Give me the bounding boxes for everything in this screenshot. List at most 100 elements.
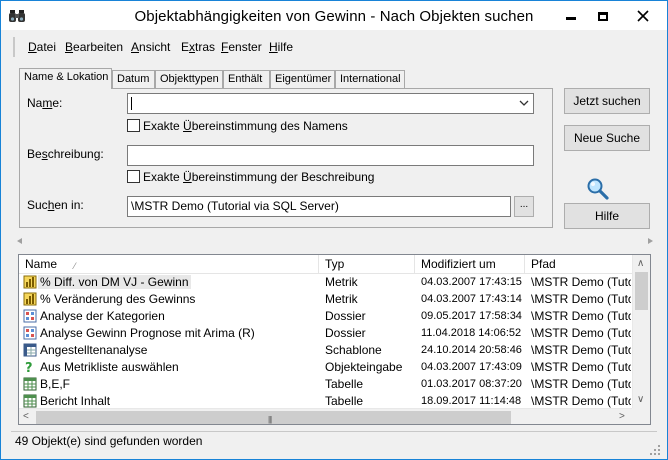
dossier-icon xyxy=(23,326,37,340)
tab-object-types[interactable]: Objekttypen xyxy=(155,70,223,88)
exact-name-label[interactable]: Exakte Übereinstimmung des Namens xyxy=(143,119,348,133)
cell-path: \MSTR Demo (Tuto xyxy=(531,326,631,340)
tab-date[interactable]: Datum xyxy=(112,70,155,88)
name-combobox[interactable] xyxy=(127,93,534,114)
cell-name: B,E,F xyxy=(40,377,71,391)
cell-modified: 04.03.2007 17:43:15 xyxy=(421,276,522,288)
menu-bearbeiten[interactable]: Bearbeiten xyxy=(65,40,123,54)
tab-name-location[interactable]: Name & Lokation xyxy=(19,68,112,89)
column-header-path[interactable]: Pfad xyxy=(525,255,632,274)
column-header-modified[interactable]: Modifiziert um xyxy=(415,255,525,274)
table-row[interactable]: B,E,F Tabelle 01.03.2017 08:37:20 \MSTR … xyxy=(19,376,632,393)
cell-name: Angestelltenanalyse xyxy=(40,343,148,357)
cell-name: % Veränderung des Gewinns xyxy=(40,292,196,306)
menu-bar: Datei Bearbeiten Ansicht Extras Fenster … xyxy=(13,37,653,57)
table-row[interactable]: % Diff. von DM VJ - Gewinn Metrik 04.03.… xyxy=(19,274,632,291)
status-text: 49 Objekt(e) sind gefunden worden xyxy=(15,434,203,448)
sort-indicator-icon: ⁄ xyxy=(74,261,76,271)
scroll-down-icon[interactable]: ∨ xyxy=(637,394,644,405)
tab-contains[interactable]: Enthält xyxy=(223,70,270,88)
menu-datei[interactable]: Datei xyxy=(28,40,56,54)
menu-label-accel: A xyxy=(131,40,140,54)
cell-type: Metrik xyxy=(325,275,358,289)
menu-label-accel: B xyxy=(65,40,74,54)
label-pre: Exakte xyxy=(143,119,184,133)
minimize-icon xyxy=(566,16,576,20)
exact-description-checkbox[interactable] xyxy=(127,170,140,183)
vertical-scrollbar[interactable]: ∧ ∨ xyxy=(632,255,650,408)
menu-ansicht[interactable]: Ansicht xyxy=(131,40,170,54)
cell-type: Tabelle xyxy=(325,394,364,408)
title-bar[interactable]: Objektabhängigkeiten von Gewinn - Nach O… xyxy=(1,1,667,31)
cell-modified: 24.10.2014 20:58:46 xyxy=(421,344,522,356)
label-pre: Suc xyxy=(27,198,48,212)
prompt-icon: ? xyxy=(25,361,33,374)
menu-extras[interactable]: Extras xyxy=(181,40,215,54)
label-accel: m xyxy=(42,96,53,110)
horizontal-scrollbar[interactable]: < ||| > xyxy=(19,408,632,424)
vertical-scroll-thumb[interactable] xyxy=(635,272,648,310)
cell-type: Metrik xyxy=(325,292,358,306)
table-row[interactable]: Angestelltenanalyse Schablone 24.10.2014… xyxy=(19,342,632,359)
close-icon xyxy=(637,10,649,22)
description-input[interactable] xyxy=(127,145,534,166)
cell-path: \MSTR Demo (Tuto xyxy=(531,292,631,306)
menu-label-post: atei xyxy=(36,40,57,54)
description-label: Beschreibung: xyxy=(27,147,104,161)
tab-international[interactable]: International xyxy=(335,70,405,88)
close-button[interactable] xyxy=(619,1,667,31)
cell-path: \MSTR Demo (Tuto xyxy=(531,394,631,408)
label-pre: Be xyxy=(27,147,42,161)
cell-name: Aus Metrikliste auswählen xyxy=(40,360,179,374)
table-row[interactable]: Analyse Gewinn Prognose mit Arima (R) Do… xyxy=(19,325,632,342)
label-accel: Ü xyxy=(183,170,192,184)
grip-icon: ||| xyxy=(268,415,272,424)
label-post: en in: xyxy=(54,198,84,212)
scroll-right-icon[interactable]: > xyxy=(619,411,625,422)
column-header-type[interactable]: Typ xyxy=(319,255,415,274)
cell-path: \MSTR Demo (Tuto xyxy=(531,377,631,391)
minimize-button[interactable] xyxy=(555,1,587,31)
table-row[interactable]: Analyse der Kategorien Dossier 09.05.201… xyxy=(19,308,632,325)
new-search-button[interactable]: Neue Suche xyxy=(564,125,650,151)
cell-path: \MSTR Demo (Tuto xyxy=(531,360,631,374)
table-row[interactable]: % Veränderung des Gewinns Metrik 04.03.2… xyxy=(19,291,632,308)
cell-name: Analyse der Kategorien xyxy=(40,309,165,323)
menu-label-accel: H xyxy=(269,40,278,54)
metric-icon xyxy=(23,292,37,306)
browse-button[interactable]: ... xyxy=(514,196,534,217)
results-list[interactable]: Name ⁄ Typ Modifiziert um Pfad % Diff. vo… xyxy=(18,254,651,425)
scroll-up-icon[interactable]: ∧ xyxy=(637,258,644,269)
label-pre: Exakte xyxy=(143,170,184,184)
text-caret xyxy=(131,97,132,110)
menu-fenster[interactable]: Fenster xyxy=(221,40,262,54)
table-icon xyxy=(23,394,37,408)
cell-type: Dossier xyxy=(325,309,366,323)
cell-path: \MSTR Demo (Tuto xyxy=(531,275,631,289)
menu-label-post: nsicht xyxy=(139,40,171,54)
cell-path: \MSTR Demo (Tuto xyxy=(531,343,631,357)
label-accel: Ü xyxy=(183,119,192,133)
tab-owner[interactable]: Eigentümer xyxy=(270,70,335,88)
search-in-field[interactable]: \MSTR Demo (Tutorial via SQL Server) xyxy=(127,196,511,217)
label-pre: Na xyxy=(27,96,43,110)
exact-description-label[interactable]: Exakte Übereinstimmung der Beschreibung xyxy=(143,170,374,184)
menu-hilfe[interactable]: Hilfe xyxy=(269,40,293,54)
maximize-icon xyxy=(598,11,608,21)
menu-label-accel: D xyxy=(28,40,37,54)
menu-label-pre: E xyxy=(181,40,190,54)
exact-name-checkbox[interactable] xyxy=(127,119,140,132)
horizontal-scroll-thumb[interactable]: ||| xyxy=(36,411,511,424)
table-row[interactable]: ? Aus Metrikliste auswählen Objekteingab… xyxy=(19,359,632,376)
help-button[interactable]: Hilfe xyxy=(564,203,650,229)
resize-grip-icon[interactable] xyxy=(649,444,661,456)
column-header-name[interactable]: Name ⁄ xyxy=(19,255,319,274)
panel-splitter[interactable] xyxy=(17,237,653,245)
scroll-left-icon[interactable]: < xyxy=(23,411,29,422)
status-bar: 49 Objekt(e) sind gefunden worden xyxy=(11,431,657,450)
cell-name: % Diff. von DM VJ - Gewinn xyxy=(38,275,191,289)
maximize-button[interactable] xyxy=(587,1,619,31)
search-in-label: Suchen in: xyxy=(27,198,84,212)
chevron-down-icon[interactable] xyxy=(519,98,529,108)
search-now-button[interactable]: Jetzt suchen xyxy=(564,88,650,114)
